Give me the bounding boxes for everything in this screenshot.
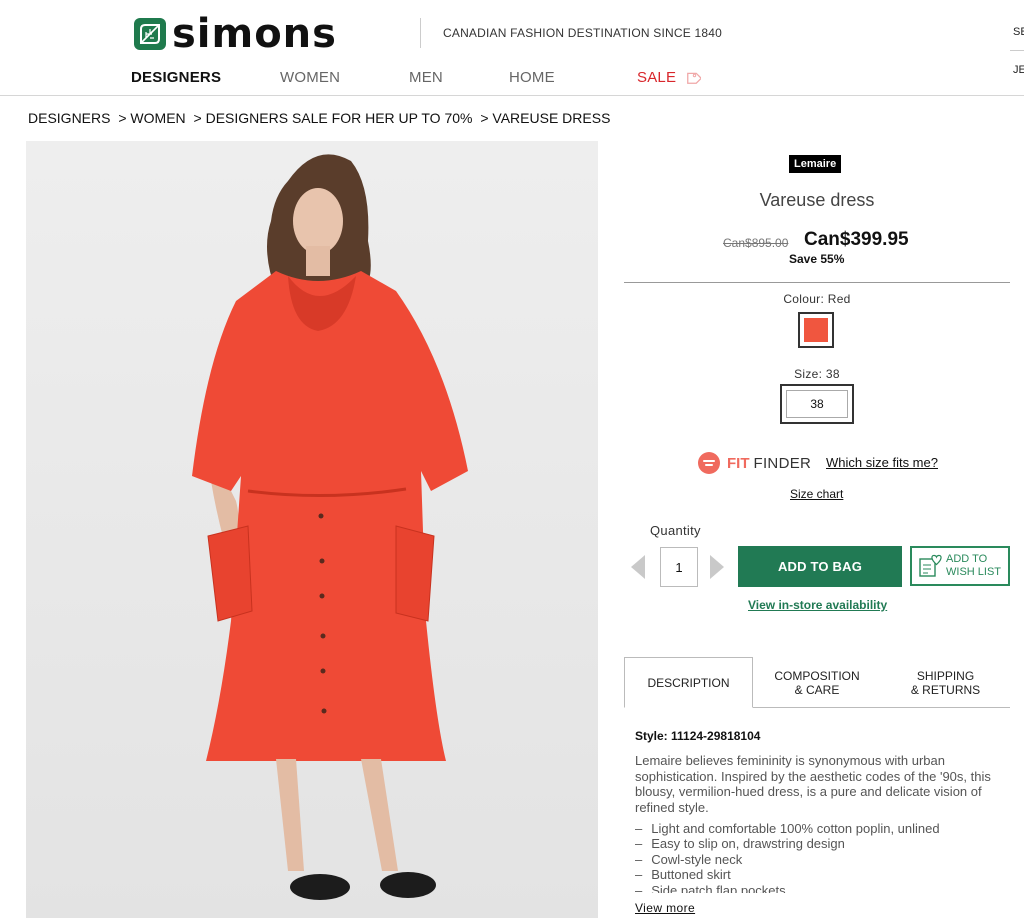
fit-finder[interactable]: FIT FINDER [698,452,811,474]
product-description: Lemaire believes femininity is synonymou… [635,753,991,815]
price-divider [624,282,1010,283]
view-more-link[interactable]: View more [635,901,695,915]
fit-finder-finder: FINDER [753,454,812,472]
size-option-label: 38 [786,390,848,418]
wishlist-label: ADD TO WISH LIST [946,553,1001,579]
wishlist-label-line2: WISH LIST [946,566,1002,578]
colour-swatch-red[interactable] [798,312,834,348]
feature-item: Buttoned skirt [635,867,1000,882]
colour-label: Colour: Red [783,292,851,306]
add-to-bag-button[interactable]: ADD TO BAG [738,546,902,587]
product-info-tabs: DESCRIPTION COMPOSITION & CARE SHIPPING … [624,657,1010,708]
fit-finder-icon [698,452,720,474]
style-number: Style: 11124-29818104 [635,729,761,743]
header-divider [420,18,421,48]
tab-composition-label: COMPOSITION [774,668,860,683]
breadcrumb-link[interactable]: DESIGNERS [28,110,110,126]
nav-item-sale[interactable]: SALE [637,69,676,86]
swatch-fill [804,318,828,342]
tab-care-label: & CARE [794,682,840,697]
logo-wordmark: simons [172,11,337,57]
quantity-increase-icon[interactable] [710,555,724,579]
tab-shipping-returns[interactable]: SHIPPING & RETURNS [881,657,1010,708]
feature-list: Light and comfortable 100% cotton poplin… [635,821,1000,893]
size-label: Size: 38 [794,367,840,381]
breadcrumb-current: > VAREUSE DRESS [480,110,611,126]
nav-item-home[interactable]: HOME [509,69,555,86]
tab-description[interactable]: DESCRIPTION [624,657,753,708]
product-name: Vareuse dress [759,190,875,210]
breadcrumb-link[interactable]: > DESIGNERS SALE FOR HER UP TO 70% [194,110,473,126]
discount-label: Save 55% [789,252,845,266]
sale-price: Can$399.95 [804,229,909,250]
feature-item: Easy to slip on, drawstring design [635,836,1000,851]
size-chart-link[interactable]: Size chart [790,487,843,501]
nav-item-men[interactable]: MEN [409,69,443,86]
main-nav: DESIGNERS WOMEN MEN HOME SALE [0,69,1024,89]
leaf-logo-icon [134,18,166,50]
model-in-red-dress-illustration [192,154,468,900]
sale-tag-icon [687,72,701,84]
feature-item: Side patch flap pockets [635,883,1000,893]
wishlist-icon [919,554,942,577]
original-price: Can$895.00 [723,236,789,250]
breadcrumb: DESIGNERS > WOMEN > DESIGNERS SALE FOR H… [28,110,614,126]
tab-description-label: DESCRIPTION [647,675,730,690]
simons-logo[interactable]: simons [134,14,337,54]
fit-finder-fit: FIT [727,454,750,472]
quantity-label: Quantity [650,523,701,538]
nav-item-women[interactable]: WOMEN [280,69,340,86]
nav-item-designers[interactable]: DESIGNERS [131,69,221,86]
feature-item: Light and comfortable 100% cotton poplin… [635,821,1000,836]
size-option-38[interactable]: 38 [780,384,854,424]
tab-returns-label: & RETURNS [910,682,981,697]
product-image[interactable] [26,141,598,918]
tab-composition-care[interactable]: COMPOSITION & CARE [753,657,881,708]
header-edge-divider [1010,50,1024,51]
instore-availability-link[interactable]: View in-store availability [748,598,887,612]
feature-item: Cowl-style neck [635,852,1000,867]
breadcrumb-link[interactable]: > WOMEN [118,110,185,126]
quantity-decrease-icon[interactable] [631,555,645,579]
tab-shipping-label: SHIPPING [916,668,975,683]
nav-divider [0,95,1024,96]
wishlist-label-line1: ADD TO [946,553,988,565]
header-edge-link[interactable]: SE [1013,26,1024,38]
add-to-wishlist-button[interactable]: ADD TO WISH LIST [910,546,1010,586]
quantity-input[interactable] [660,547,698,587]
brand-badge[interactable]: Lemaire [789,155,842,173]
which-size-link[interactable]: Which size fits me? [826,455,938,470]
tagline: CANADIAN FASHION DESTINATION SINCE 1840 [443,26,722,40]
